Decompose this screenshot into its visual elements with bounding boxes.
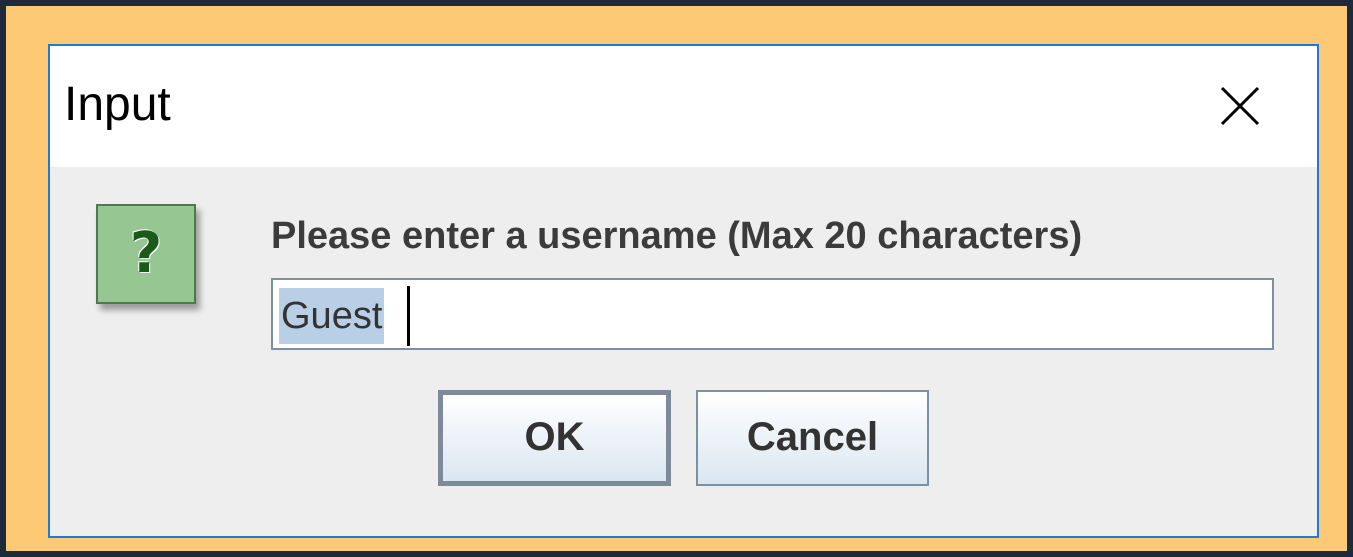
text-caret [407, 286, 410, 346]
title-bar[interactable]: Input [50, 46, 1317, 167]
screenshot-frame: Input ? Please enter a username (Max 20 … [6, 6, 1347, 551]
ok-button[interactable]: OK [438, 390, 671, 486]
username-input-value[interactable]: Guest [279, 288, 385, 344]
prompt-label: Please enter a username (Max 20 characte… [271, 215, 1083, 257]
input-dialog: Input ? Please enter a username (Max 20 … [48, 44, 1319, 538]
dialog-title: Input [64, 78, 171, 131]
question-icon-glyph: ? [129, 221, 163, 286]
question-icon: ? [96, 204, 196, 304]
close-button[interactable] [1200, 74, 1280, 140]
close-icon [1220, 86, 1260, 126]
cancel-button[interactable]: Cancel [696, 390, 929, 486]
username-input[interactable]: Guest [271, 278, 1274, 350]
